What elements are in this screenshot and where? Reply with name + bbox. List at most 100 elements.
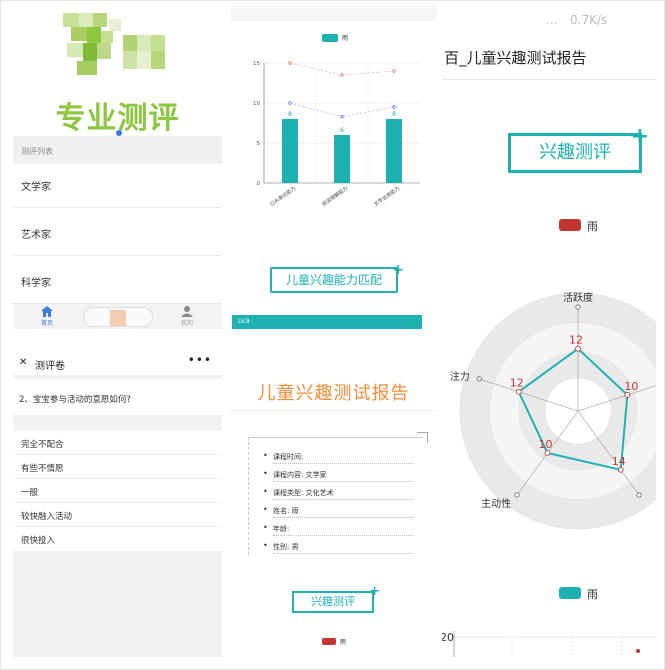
report-title: 儿童兴趣测试报告 [257, 383, 410, 404]
level-bar: LV.9 [232, 315, 422, 329]
legend-swatch [322, 34, 338, 42]
option-item[interactable]: 有些不情愿 [13, 455, 222, 479]
option-item[interactable]: 较快融入活动 [13, 503, 222, 527]
legend-label: 雨 [587, 220, 598, 233]
chart-legend[interactable]: 雨 [322, 637, 362, 647]
radar-screen: ... 0.7K/s 百_儿童兴趣测试报告 兴趣测评 + 雨 活跃度 主动性 注力 1… [442, 5, 656, 657]
info-field: 课程类型: 文化艺术 [263, 484, 413, 500]
close-icon[interactable]: ✕ [19, 357, 27, 368]
x-tick-label: 口头表达能力 [269, 185, 298, 208]
interest-test-button[interactable]: 兴趣测评 + [292, 584, 380, 613]
nav-title: 测评卷 [35, 361, 65, 372]
legend-label: 雨 [340, 639, 347, 646]
list-item[interactable]: 文学家 [13, 164, 222, 208]
radar-axis-end [476, 376, 482, 382]
bar-value-label: 8 [392, 111, 396, 118]
radar-axis-end [514, 492, 520, 498]
info-field: 年龄: [263, 520, 413, 536]
nav-bar: ✕ 测评卷 ••• [13, 349, 222, 375]
avg-line [289, 102, 395, 117]
sprout-logo-icon [63, 13, 165, 75]
screenshot-collage: 专业测评 测评列表 文学家 艺术家 科学家 首页 我的 ✕ 测评卷 ••• 2、… [0, 0, 665, 670]
bar-chart-screen: 雨 0 5 10 15 8 口头表达能力 6 阅读理解能力 8 文字运用能力 儿童兴趣能力匹配 +… [230, 5, 437, 329]
avg-point [288, 101, 292, 105]
chart-legend[interactable]: 雨 [559, 585, 619, 601]
next-chart-axis: 20 [442, 631, 656, 657]
radar-point [544, 450, 551, 456]
bar [386, 119, 402, 183]
option-item[interactable]: 完全不配合 [13, 431, 222, 455]
axis-tick-label: 20 [442, 631, 454, 644]
radar-indicator-label: 注力 [450, 370, 470, 383]
radar-chart: 活跃度主动性 注力 12 10 14 10 12 [450, 291, 656, 530]
divider [230, 410, 437, 411]
question-text: 2、宝宝参与活动的意愿如何? [13, 379, 222, 415]
bar-chart: 0 5 10 15 8 口头表达能力 6 阅读理解能力 8 文字运用能力 [253, 61, 420, 208]
x-tick-label: 阅读理解能力 [321, 185, 350, 208]
quiz-screen: ✕ 测评卷 ••• 2、宝宝参与活动的意愿如何? 完全不配合 有些不情愿 一般 … [13, 341, 222, 657]
max-point [340, 73, 344, 77]
top-strip [230, 339, 437, 351]
radar-point [617, 466, 624, 473]
tab-bar: 首页 我的 [13, 303, 222, 329]
radar-axis-end [636, 492, 642, 498]
option-item[interactable]: 很快投入 [13, 527, 222, 551]
info-field: 性别: 男 [263, 538, 413, 554]
plus-icon: + [392, 262, 404, 278]
radar-axis-end [575, 304, 581, 310]
chart-legend[interactable]: 雨 [559, 217, 619, 233]
y-tick-label: 10 [253, 101, 260, 107]
status-dots: ... [546, 13, 558, 27]
data-point [636, 649, 640, 653]
info-field: 课程内容: 文学家 [263, 466, 413, 482]
legend-swatch [559, 587, 581, 599]
section-header: 测评列表 [13, 136, 222, 164]
status-bar [13, 341, 222, 349]
bar-value-label: 8 [288, 111, 292, 118]
max-line [289, 62, 395, 76]
chart-legend[interactable]: 雨 [322, 33, 362, 43]
bar [334, 135, 350, 183]
avatar [110, 310, 126, 326]
user-icon [181, 306, 193, 317]
center-tab-button[interactable] [83, 307, 153, 327]
y-tick-label: 0 [257, 181, 261, 187]
option-item[interactable]: 一般 [13, 479, 222, 503]
radar-indicator-label: 主动性 [481, 497, 511, 510]
radar-value-label: 10 [624, 380, 638, 393]
tab-mine[interactable]: 我的 [167, 306, 207, 327]
button-label: 儿童兴趣能力匹配 [285, 273, 382, 287]
bar [282, 119, 298, 183]
radar-point [624, 392, 631, 398]
button-label: 兴趣测评 [539, 142, 611, 163]
legend-label: 雨 [587, 588, 598, 601]
legend-swatch [322, 638, 336, 645]
interest-test-button[interactable]: 兴趣测评 + [508, 124, 649, 173]
info-field: 课程时间: [263, 448, 413, 464]
info-field: 姓名: 雨 [263, 502, 413, 518]
radar-value-label: 14 [612, 455, 626, 468]
bar-value-label: 6 [340, 127, 344, 134]
home-screen: 专业测评 测评列表 文学家 艺术家 科学家 首页 我的 [13, 5, 222, 329]
ability-match-button[interactable]: 儿童兴趣能力匹配 + [270, 262, 404, 293]
legend-label: 雨 [342, 35, 349, 42]
home-icon [41, 306, 53, 317]
radar-point [575, 345, 581, 352]
list-item[interactable]: 科学家 [13, 260, 222, 304]
button-label: 兴趣测评 [311, 595, 355, 608]
status-bar: ... 0.7K/s [442, 13, 656, 29]
tab-home[interactable]: 首页 [27, 306, 67, 327]
max-point [392, 69, 396, 73]
radar-value-label: 10 [538, 438, 552, 451]
radar-value-label: 12 [510, 377, 524, 390]
radar-indicator-label: 活跃度 [563, 291, 593, 304]
radar-point [515, 388, 522, 395]
plus-icon: + [369, 584, 380, 599]
more-icon[interactable]: ••• [188, 353, 212, 367]
plus-icon: + [630, 124, 649, 149]
divider [442, 79, 656, 80]
max-point [288, 61, 292, 65]
tab-label: 我的 [180, 320, 193, 327]
list-item[interactable]: 艺术家 [13, 212, 222, 256]
network-speed: 0.7K/s [570, 13, 608, 27]
